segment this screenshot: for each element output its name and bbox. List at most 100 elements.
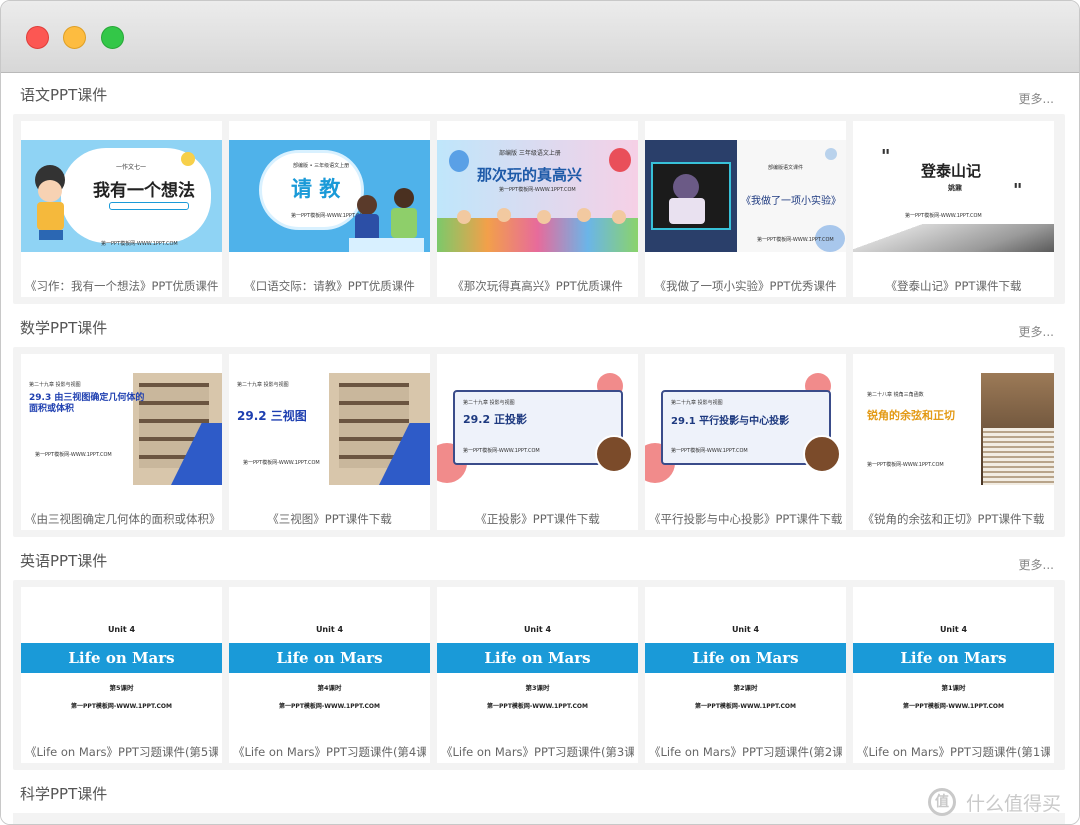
course-card[interactable]: 第二十八章 锐角三角函数 锐角的余弦和正切 第一PPT模板网-WWW.1PPT.… [853, 354, 1054, 530]
thumbnail[interactable]: Unit 4 Life on Mars 第5课时 第一PPT模板网-WWW.1P… [21, 606, 222, 718]
thumbnail[interactable]: 部编版 三年级语文上册 那次玩的真高兴 第一PPT模板网-WWW.1PPT.CO… [437, 140, 638, 252]
card-row: 第二十九章 投影与视图 29.3 由三视图确定几何体的面积或体积 第一PPT模板… [13, 347, 1065, 537]
course-card[interactable]: Unit 4 Life on Mars 第4课时 第一PPT模板网-WWW.1P… [229, 587, 430, 763]
minimize-button[interactable] [63, 26, 86, 49]
section-title: 科学PPT课件 [20, 785, 108, 803]
title-bar [1, 1, 1079, 73]
thumb-subtitle: 一作文七一 [116, 164, 147, 171]
thumb-title: 锐角的余弦和正切 [867, 409, 955, 422]
thumb-lesson: 第4课时 [317, 684, 342, 692]
course-card[interactable]: " " 登泰山记 姚鼐 第一PPT模板网-WWW.1PPT.COM 《登泰山记》… [853, 121, 1054, 297]
thumbnail[interactable]: Unit 4 Life on Mars 第1课时 第一PPT模板网-WWW.1P… [853, 606, 1054, 718]
thumb-subtitle: 部编版 • 三年级语文上册 [293, 163, 350, 169]
card-caption[interactable]: 《Life on Mars》PPT习题课件(第3课 [441, 744, 634, 760]
thumbnail[interactable]: " " 登泰山记 姚鼐 第一PPT模板网-WWW.1PPT.COM [853, 140, 1054, 252]
thumb-site: 第一PPT模板网-WWW.1PPT.COM [463, 448, 540, 454]
thumbnail[interactable]: 部编版语文课件 《我做了一项小实验》 第一PPT模板网-WWW.1PPT.COM [645, 140, 846, 252]
course-card[interactable]: Unit 4 Life on Mars 第5课时 第一PPT模板网-WWW.1P… [21, 587, 222, 763]
card-caption[interactable]: 《习作：我有一个想法》PPT优质课件 [25, 278, 218, 294]
thumbnail[interactable]: 第二十九章 投影与视图 29.1 平行投影与中心投影 第一PPT模板网-WWW.… [645, 373, 846, 485]
thumb-site: 第一PPT模板网-WWW.1PPT.COM [671, 448, 748, 454]
thumbnail[interactable]: Unit 4 Life on Mars 第3课时 第一PPT模板网-WWW.1P… [437, 606, 638, 718]
thumb-site: 第一PPT模板网-WWW.1PPT.COM [757, 237, 834, 243]
card-caption[interactable]: 《Life on Mars》PPT习题课件(第1课 [857, 744, 1050, 760]
course-card[interactable]: 第二十九章 投影与视图 29.3 由三视图确定几何体的面积或体积 第一PPT模板… [21, 354, 222, 530]
thumb-subtitle: 第二十九章 投影与视图 [463, 400, 515, 406]
card-caption[interactable]: 《口语交际：请教》PPT优质课件 [233, 278, 426, 294]
section-math: 数学PPT课件 更多... 第二十九章 投影与视图 29.3 由三视图确定几何体… [1, 307, 1079, 540]
thumb-title: Life on Mars [21, 643, 222, 673]
thumbnail[interactable]: 第二十九章 投影与视图 29.2 三视图 第一PPT模板网-WWW.1PPT.C… [229, 373, 430, 485]
course-card[interactable]: 部编版语文课件 《我做了一项小实验》 第一PPT模板网-WWW.1PPT.COM… [645, 121, 846, 297]
more-link[interactable]: 更多... [1019, 556, 1054, 573]
thumb-site: 第一PPT模板网-WWW.1PPT.COM [499, 187, 576, 193]
thumb-subtitle: 部编版 三年级语文上册 [499, 150, 561, 157]
card-caption[interactable]: 《Life on Mars》PPT习题课件(第4课 [233, 744, 426, 760]
section-chinese: 语文PPT课件 更多... 一作文七一 我有一个想法 第一PPT模板网-WWW.… [1, 74, 1079, 307]
thumb-title: Life on Mars [853, 643, 1054, 673]
card-caption[interactable]: 《由三视图确定几何体的面积或体积》 [25, 511, 218, 527]
section-title: 数学PPT课件 [20, 319, 108, 337]
thumb-lesson: 第5课时 [109, 684, 134, 692]
card-row: 一作文七一 我有一个想法 第一PPT模板网-WWW.1PPT.COM 《习作：我… [13, 114, 1065, 304]
thumb-title: Life on Mars [645, 643, 846, 673]
thumb-lesson: 第1课时 [941, 684, 966, 692]
thumb-title: 29.2 三视图 [237, 409, 307, 423]
course-card[interactable]: 第二十九章 投影与视图 29.2 三视图 第一PPT模板网-WWW.1PPT.C… [229, 354, 430, 530]
course-card[interactable]: Unit 4 Life on Mars 第3课时 第一PPT模板网-WWW.1P… [437, 587, 638, 763]
thumb-unit: Unit 4 [731, 625, 760, 634]
thumb-unit: Unit 4 [939, 625, 968, 634]
thumb-site: 第一PPT模板网-WWW.1PPT.COM [101, 241, 178, 247]
course-card[interactable]: Unit 4 Life on Mars 第1课时 第一PPT模板网-WWW.1P… [853, 587, 1054, 763]
thumb-subtitle: 部编版语文课件 [768, 165, 804, 171]
card-caption[interactable]: 《那次玩得真高兴》PPT优质课件 [441, 278, 634, 294]
thumbnail[interactable]: 一作文七一 我有一个想法 第一PPT模板网-WWW.1PPT.COM [21, 140, 222, 252]
course-card[interactable]: 部编版 • 三年级语文上册 请 教 第一PPT模板网-WWW.1PPT.COM … [229, 121, 430, 297]
thumb-title: 29.1 平行投影与中心投影 [671, 416, 790, 427]
thumb-subtitle: 第二十九章 投影与视图 [29, 382, 81, 388]
card-caption[interactable]: 《锐角的余弦和正切》PPT课件下载 [857, 511, 1050, 527]
thumb-title: 请 教 [291, 177, 341, 201]
thumb-title: 我有一个想法 [93, 181, 195, 201]
zoom-button[interactable] [101, 26, 124, 49]
thumb-site: 第一PPT模板网-WWW.1PPT.COM [243, 460, 320, 466]
card-caption[interactable]: 《登泰山记》PPT课件下载 [857, 278, 1050, 294]
thumbnail[interactable]: 部编版 • 三年级语文上册 请 教 第一PPT模板网-WWW.1PPT.COM [229, 140, 430, 252]
section-science: 科学PPT课件 [1, 773, 1079, 824]
course-card[interactable]: 第二十九章 投影与视图 29.1 平行投影与中心投影 第一PPT模板网-WWW.… [645, 354, 846, 530]
thumb-title: Life on Mars [229, 643, 430, 673]
thumbnail[interactable]: 第二十九章 投影与视图 29.3 由三视图确定几何体的面积或体积 第一PPT模板… [21, 373, 222, 485]
thumb-site: 第一PPT模板网-WWW.1PPT.COM [867, 462, 944, 468]
thumb-site: 第一PPT模板网-WWW.1PPT.COM [905, 213, 982, 219]
thumb-title: Life on Mars [437, 643, 638, 673]
watermark: 值 什么值得买 [927, 788, 1061, 816]
thumb-title: 登泰山记 [921, 162, 982, 180]
quote-icon: " [881, 146, 891, 167]
thumbnail[interactable]: 第二十八章 锐角三角函数 锐角的余弦和正切 第一PPT模板网-WWW.1PPT.… [853, 373, 1054, 485]
course-card[interactable]: 一作文七一 我有一个想法 第一PPT模板网-WWW.1PPT.COM 《习作：我… [21, 121, 222, 297]
thumb-site: 第一PPT模板网-WWW.1PPT.COM [695, 703, 796, 710]
card-caption[interactable]: 《Life on Mars》PPT习题课件(第5课 [25, 744, 218, 760]
thumbnail[interactable]: Unit 4 Life on Mars 第4课时 第一PPT模板网-WWW.1P… [229, 606, 430, 718]
more-link[interactable]: 更多... [1019, 90, 1054, 107]
course-card[interactable]: 第二十九章 投影与视图 29.2 正投影 第一PPT模板网-WWW.1PPT.C… [437, 354, 638, 530]
card-caption[interactable]: 《平行投影与中心投影》PPT课件下载 [649, 511, 842, 527]
course-card[interactable]: 部编版 三年级语文上册 那次玩的真高兴 第一PPT模板网-WWW.1PPT.CO… [437, 121, 638, 297]
card-caption[interactable]: 《三视图》PPT课件下载 [233, 511, 426, 527]
browser-window: 语文PPT课件 更多... 一作文七一 我有一个想法 第一PPT模板网-WWW.… [0, 0, 1080, 825]
course-card[interactable]: Unit 4 Life on Mars 第2课时 第一PPT模板网-WWW.1P… [645, 587, 846, 763]
card-caption[interactable]: 《Life on Mars》PPT习题课件(第2课 [649, 744, 842, 760]
thumbnail[interactable]: Unit 4 Life on Mars 第2课时 第一PPT模板网-WWW.1P… [645, 606, 846, 718]
thumb-subtitle: 第二十九章 投影与视图 [671, 400, 723, 406]
card-caption[interactable]: 《正投影》PPT课件下载 [441, 511, 634, 527]
watermark-text: 什么值得买 [965, 792, 1061, 815]
more-link[interactable]: 更多... [1019, 323, 1054, 340]
thumbnail[interactable]: 第二十九章 投影与视图 29.2 正投影 第一PPT模板网-WWW.1PPT.C… [437, 373, 638, 485]
close-button[interactable] [26, 26, 49, 49]
card-caption[interactable]: 《我做了一项小实验》PPT优秀课件 [649, 278, 842, 294]
thumb-site: 第一PPT模板网-WWW.1PPT.COM [35, 452, 112, 458]
thumb-site: 第一PPT模板网-WWW.1PPT.COM [903, 703, 1004, 710]
thumb-subtitle: 第二十九章 投影与视图 [237, 382, 289, 388]
thumb-title: 那次玩的真高兴 [477, 166, 583, 184]
thumb-unit: Unit 4 [315, 625, 344, 634]
